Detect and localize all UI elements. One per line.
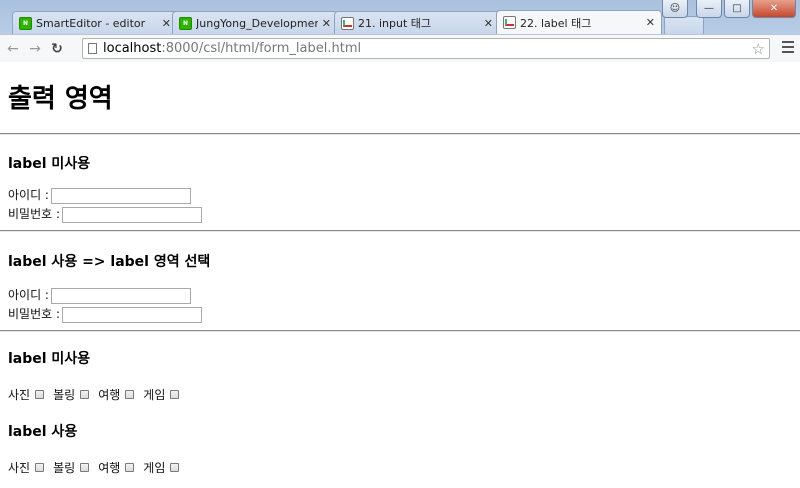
password-input[interactable] — [62, 306, 203, 323]
section-heading: label 사용 — [8, 424, 78, 440]
naver-icon: N — [179, 16, 192, 30]
section-heading: label 미사용 — [8, 351, 91, 367]
password-label[interactable]: 비밀번호 : — [8, 305, 60, 324]
checkbox[interactable] — [35, 390, 45, 399]
tab-strip: N SmartEditor - editor ✕ N JungYong_Deve… — [0, 0, 800, 34]
divider — [0, 230, 800, 232]
checkbox[interactable] — [170, 390, 180, 399]
id-input[interactable] — [50, 187, 191, 204]
checkbox-label: 게임 — [143, 388, 166, 402]
checkbox-label[interactable]: 게임 — [143, 459, 165, 476]
close-window-button[interactable]: ✕ — [752, 0, 796, 18]
minimize-button[interactable]: — — [696, 0, 722, 18]
page-title: 출력 영역 — [8, 84, 113, 114]
window-controls: ☺ — □ ✕ — [662, 0, 796, 18]
checkbox[interactable] — [80, 390, 90, 399]
section-heading: label 미사용 — [8, 156, 91, 172]
browser-chrome: N SmartEditor - editor ✕ N JungYong_Deve… — [0, 0, 800, 62]
user-icon[interactable]: ☺ — [662, 0, 688, 18]
close-icon[interactable]: ✕ — [484, 17, 493, 30]
close-icon[interactable]: ✕ — [646, 16, 655, 29]
id-input[interactable] — [50, 287, 191, 304]
password-input[interactable] — [62, 206, 203, 223]
password-row: 비밀번호 : — [8, 205, 792, 224]
checkbox-label[interactable]: 볼링 — [53, 459, 75, 476]
address-bar[interactable]: localhost:8000/csl/html/form_label.html … — [82, 38, 770, 59]
checkbox[interactable] — [35, 463, 45, 472]
forward-icon[interactable]: → — [26, 41, 44, 57]
reload-icon[interactable]: ↻ — [48, 41, 66, 57]
tab-label: 22. label 태그 — [520, 16, 592, 30]
document-icon — [503, 16, 516, 29]
checkbox[interactable] — [80, 463, 90, 472]
close-icon[interactable]: ✕ — [322, 17, 331, 30]
password-row: 비밀번호 : — [8, 305, 792, 324]
checkbox-group: 사진 볼링 여행 게임 — [8, 386, 792, 403]
checkbox-group: 사진 볼링 여행 게임 — [8, 459, 792, 476]
checkbox-label: 사진 — [8, 388, 31, 402]
bookmark-star-icon[interactable]: ☆ — [752, 40, 765, 58]
tab-input[interactable]: 21. input 태그 ✕ — [334, 11, 500, 34]
checkbox-label[interactable]: 여행 — [98, 459, 120, 476]
checkbox-label: 여행 — [98, 388, 121, 402]
divider — [0, 330, 800, 332]
id-row: 아이디 : — [8, 186, 792, 205]
maximize-button[interactable]: □ — [724, 0, 750, 18]
menu-icon[interactable] — [782, 41, 794, 56]
page-content: 출력 영역 label 미사용 아이디 : 비밀번호 : label 사용 =>… — [0, 63, 800, 488]
checkbox[interactable] — [125, 390, 135, 399]
section-with-label-checkbox: label 사용 사진 볼링 여행 게임 — [0, 423, 800, 476]
id-label[interactable]: 아이디 : — [8, 286, 49, 305]
naver-icon: N — [19, 16, 32, 30]
divider — [0, 133, 800, 135]
tab-label-active[interactable]: 22. label 태그 ✕ — [496, 10, 662, 34]
id-row: 아이디 : — [8, 286, 792, 305]
section-heading: label 사용 => label 영역 선택 — [8, 254, 211, 270]
back-icon[interactable]: ← — [4, 41, 22, 57]
tab-smarteditor[interactable]: N SmartEditor - editor ✕ — [12, 11, 178, 34]
tab-jungyong[interactable]: N JungYong_Development ✕ — [172, 11, 338, 34]
document-icon — [341, 16, 354, 30]
tab-label: 21. input 태그 — [358, 17, 432, 30]
checkbox-label: 볼링 — [53, 388, 76, 402]
url-path: :8000/csl/html/form_label.html — [161, 41, 362, 56]
section-with-label-text: label 사용 => label 영역 선택 아이디 : 비밀번호 : — [0, 253, 800, 324]
id-label: 아이디 : — [8, 188, 49, 202]
section-no-label-checkbox: label 미사용 사진 볼링 여행 게임 — [0, 350, 800, 403]
url-host: localhost — [103, 41, 162, 56]
new-tab-button[interactable] — [664, 16, 704, 34]
close-icon[interactable]: ✕ — [162, 17, 171, 30]
checkbox-label[interactable]: 사진 — [8, 459, 30, 476]
tab-label: JungYong_Development — [196, 16, 318, 30]
checkbox[interactable] — [170, 463, 180, 472]
tab-label: SmartEditor - editor — [36, 16, 146, 30]
section-no-label-text: label 미사용 아이디 : 비밀번호 : — [0, 155, 800, 224]
password-label: 비밀번호 : — [8, 207, 61, 221]
browser-toolbar: ← → ↻ localhost:8000/csl/html/form_label… — [0, 34, 800, 62]
page-icon — [88, 43, 97, 54]
checkbox[interactable] — [125, 463, 135, 472]
